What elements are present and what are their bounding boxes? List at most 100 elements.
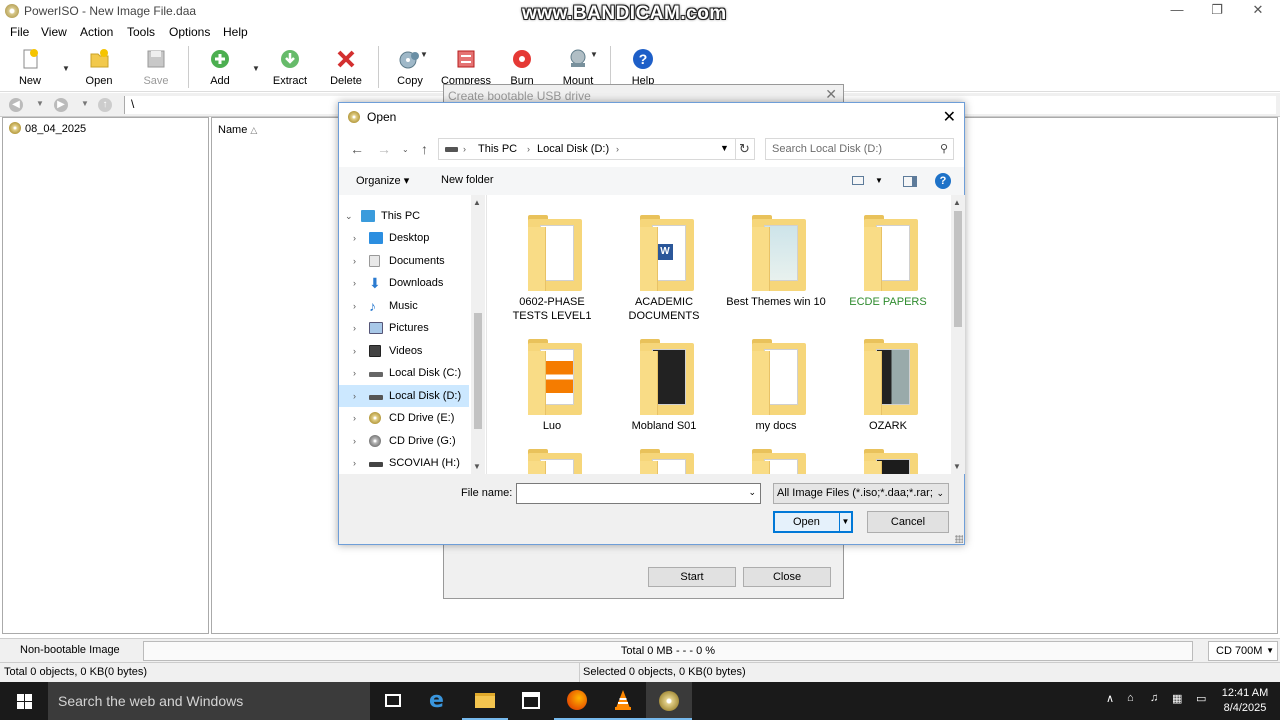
back-icon[interactable]: ◀ [9,98,23,112]
media-size-select[interactable]: CD 700M ▼ [1208,641,1278,661]
search-box[interactable]: ⚲ [765,138,954,160]
forward-arrow-icon[interactable]: → [377,141,391,157]
scroll-down-icon[interactable]: ▼ [473,462,481,471]
open-split-dropdown-icon[interactable]: ▼ [839,513,851,531]
nav-item-desktop[interactable]: › Desktop [339,227,469,249]
file-grid-scrollbar[interactable]: ▲ ▼ [951,195,965,474]
cancel-button[interactable]: Cancel [867,511,949,533]
folder-item[interactable]: Best Themes win 10 [726,205,826,321]
new-button[interactable]: New [0,48,60,92]
up-folder-icon[interactable]: ↑ [98,98,112,112]
taskbar-edge[interactable]: e [416,682,462,720]
taskbar-vlc[interactable] [600,682,646,720]
folder-item[interactable]: Luo [502,329,602,445]
file-name-input[interactable] [520,487,740,499]
folder-item[interactable]: 0602-PHASE TESTS LEVEL1 [502,205,602,322]
folder-item[interactable]: Mobland S01 [614,329,714,445]
back-arrow-icon[interactable]: ← [350,141,364,157]
file-name-combobox[interactable]: ⌄ [516,483,761,504]
breadcrumb-this-pc[interactable]: This PC [478,143,517,155]
tray-action-icon[interactable]: ⌂ [1127,692,1134,704]
copy-dropdown-icon[interactable]: ▼ [420,50,428,59]
folder-item[interactable] [502,439,602,474]
nav-item-cd-drive-e[interactable]: › CD Drive (E:) [339,407,469,429]
maximize-button[interactable]: ❐ [1195,0,1239,22]
folder-item[interactable]: ECDE PAPERS [838,205,938,321]
help-icon[interactable]: ? [935,173,951,189]
minimize-button[interactable]: — [1155,0,1199,22]
nav-item-local-disk-d[interactable]: › Local Disk (D:) [339,385,469,407]
menu-tools[interactable]: Tools [127,25,155,39]
nav-item-this-pc[interactable]: ⌄ This PC [339,205,469,227]
view-dropdown-icon[interactable]: ▼ [875,176,883,185]
tray-show-hidden-icon[interactable]: ∧ [1106,692,1114,705]
chevron-down-icon[interactable]: ▼ [720,143,729,153]
taskbar-store[interactable] [508,682,554,720]
folder-item[interactable] [838,439,938,474]
file-type-select[interactable]: All Image Files (*.iso;*.daa;*.rar; ⌄ [773,483,949,504]
open-button[interactable]: Open [69,48,129,92]
preview-pane-icon[interactable] [903,176,917,187]
start-button[interactable]: Start [648,567,736,587]
copy-button[interactable]: Copy [380,48,440,92]
scrollbar-thumb[interactable] [474,313,482,429]
usb-close-button[interactable]: Close [743,567,831,587]
nav-item-music[interactable]: › ♪ Music [339,295,469,317]
refresh-icon[interactable]: ↻ [735,138,755,160]
nav-item-cd-drive-g[interactable]: › CD Drive (G:) [339,430,469,452]
extract-button[interactable]: Extract [260,48,320,92]
tray-network-icon[interactable]: ▦ [1172,692,1182,705]
taskbar-firefox[interactable] [554,682,600,720]
scroll-up-icon[interactable]: ▲ [473,198,481,207]
taskbar-poweriso[interactable] [646,682,692,720]
open-dialog-close-icon[interactable]: ✕ [943,107,956,127]
mount-dropdown-icon[interactable]: ▼ [590,50,598,59]
nav-item-downloads[interactable]: › ⬇ Downloads [339,272,469,294]
scrollbar-thumb[interactable] [954,211,962,327]
delete-button[interactable]: Delete [316,48,376,92]
tree-root-item[interactable]: 08_04_2025 [9,122,86,135]
folder-item[interactable]: OZARK [838,329,938,445]
nav-item-documents[interactable]: › Documents [339,250,469,272]
tray-volume-icon[interactable]: ♫ [1150,692,1158,704]
organize-button[interactable]: Organize ▾ [356,174,409,187]
column-header-name[interactable]: Name △ [218,124,257,136]
taskbar-file-explorer[interactable] [462,682,508,720]
up-arrow-icon[interactable]: ↑ [421,141,428,157]
add-button[interactable]: Add [190,48,250,92]
tray-notifications-icon[interactable]: ▭ [1196,692,1206,705]
nav-item-scoviah-h[interactable]: › SCOVIAH (H:) [339,452,469,474]
save-button[interactable]: Save [126,48,186,92]
task-view-button[interactable] [370,682,416,720]
forward-icon[interactable]: ▶ [54,98,68,112]
scroll-up-icon[interactable]: ▲ [953,198,961,207]
menu-file[interactable]: File [10,25,29,39]
usb-dialog-close-icon[interactable]: ✕ [825,86,837,103]
forward-dropdown-icon[interactable]: ▼ [81,99,89,108]
menu-options[interactable]: Options [169,25,210,39]
add-dropdown-icon[interactable]: ▼ [252,64,260,73]
folder-item[interactable]: W ACADEMIC DOCUMENTS [614,205,714,322]
breadcrumb-local-disk-d[interactable]: Local Disk (D:) [537,143,609,155]
menu-view[interactable]: View [41,25,67,39]
breadcrumb[interactable]: › This PC › Local Disk (D:) › ▼ [438,138,736,160]
nav-item-pictures[interactable]: › Pictures [339,317,469,339]
close-window-button[interactable]: ✕ [1236,0,1280,22]
folder-item[interactable]: my docs [726,329,826,445]
nav-pane-scrollbar[interactable]: ▲ ▼ [471,195,485,474]
folder-item[interactable] [726,439,826,474]
taskbar-clock[interactable]: 12:41 AM 8/4/2025 [1215,686,1275,716]
nav-item-videos[interactable]: › Videos [339,340,469,362]
start-button[interactable] [0,682,48,720]
nav-item-local-disk-c[interactable]: › Local Disk (C:) [339,362,469,384]
chevron-down-icon[interactable]: ⌄ [748,487,756,498]
recent-locations-icon[interactable]: ⌄ [402,145,409,154]
search-input[interactable] [772,143,932,155]
new-folder-button[interactable]: New folder [441,174,494,186]
scroll-down-icon[interactable]: ▼ [953,462,961,471]
taskbar-search-box[interactable]: Search the web and Windows [48,682,370,720]
change-view-icon[interactable] [852,176,864,185]
menu-action[interactable]: Action [80,25,113,39]
resize-grip[interactable] [955,535,963,543]
back-dropdown-icon[interactable]: ▼ [36,99,44,108]
